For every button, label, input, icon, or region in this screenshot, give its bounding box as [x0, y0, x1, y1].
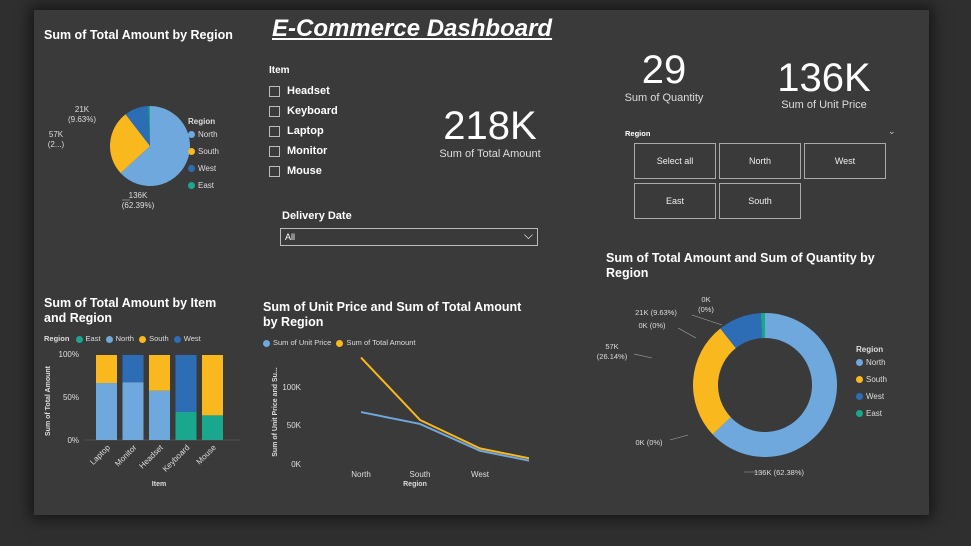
line-ylabel: Sum of Unit Price and Su... — [272, 367, 279, 457]
bar-segment-laptop-north — [96, 383, 117, 440]
item-option-keyboard[interactable]: Keyboard — [269, 101, 338, 121]
item-option-headset[interactable]: Headset — [269, 81, 338, 101]
region-donut-chart[interactable]: 0K (0%) 21K (9.63%) 0K (0%) 57K (26.14%)… — [594, 290, 844, 490]
pie-chart-title: Sum of Total Amount by Region — [44, 28, 233, 42]
region-tile-south[interactable]: South — [719, 183, 801, 219]
line-xlabel: Region — [403, 481, 427, 488]
donut-slice-south — [693, 328, 736, 435]
region-slicer-title: Region — [625, 129, 651, 138]
kpi-unit-price-label: Sum of Unit Price — [781, 99, 867, 111]
svg-text:136K (62.38%): 136K (62.38%) — [754, 468, 805, 477]
region-tile-west[interactable]: West — [804, 143, 886, 179]
bar-segment-headset-south — [149, 355, 170, 391]
bar-segment-laptop-south — [96, 355, 117, 384]
item-option-laptop[interactable]: Laptop — [269, 121, 338, 141]
line-ytick: 50K — [287, 421, 302, 430]
line-legend: Sum of Unit Price Sum of Total Amount — [263, 338, 416, 347]
pie-label-west: 21K — [75, 105, 90, 114]
svg-text:(62.39%): (62.39%) — [122, 201, 155, 210]
svg-text:(0%): (0%) — [698, 305, 714, 314]
stacked-bar-title: Sum of Total Amount by Item and Region — [44, 296, 217, 325]
item-option-monitor[interactable]: Monitor — [269, 141, 338, 161]
line-ytick: 0K — [291, 460, 301, 469]
bar-segment-keyboard-east — [175, 411, 197, 440]
svg-text:(26.14%): (26.14%) — [597, 352, 628, 361]
region-tile-east[interactable]: East — [634, 183, 716, 219]
kpi-unit-price: 136K — [777, 56, 871, 100]
stacked-xlabel: Item — [152, 481, 166, 488]
line-xtick-label: South — [410, 470, 431, 479]
delivery-date-dropdown[interactable]: All ⌵ — [280, 228, 538, 246]
bar-xtick-label: Mouse — [195, 443, 219, 467]
line-series-total-amount — [360, 356, 529, 460]
line-series-unit-price — [360, 411, 529, 462]
stacked-bar-chart[interactable]: Sum of Total Amount 100% 50% 0% Laptop Mo… — [34, 345, 259, 495]
region-tile-select-all[interactable]: Select all — [634, 143, 716, 179]
bar-segment-monitor-west — [122, 355, 144, 383]
chevron-down-icon: ⌵ — [523, 228, 533, 242]
stacked-ytick: 0% — [67, 436, 79, 445]
kpi-quantity-label: Sum of Quantity — [624, 92, 704, 104]
donut-legend: Region North South West East — [856, 345, 887, 418]
bar-segment-keyboard-west — [175, 355, 197, 412]
svg-text:(2...): (2...) — [48, 140, 65, 149]
delivery-date-label: Delivery Date — [282, 210, 352, 222]
bar-xtick-label: Laptop — [88, 443, 112, 467]
svg-text:(9.63%): (9.63%) — [68, 115, 96, 124]
bar-xtick-label: Monitor — [113, 443, 138, 468]
chevron-down-icon[interactable]: ⌄ — [888, 126, 896, 137]
line-xtick-label: North — [351, 470, 371, 479]
bar-segment-headset-north — [149, 390, 170, 440]
kpi-total-amount: 218K — [443, 104, 537, 148]
donut-title: Sum of Total Amount and Sum of Quantity … — [606, 251, 875, 280]
kpi-quantity: 29 — [641, 48, 687, 92]
svg-text:57K: 57K — [605, 342, 618, 351]
stacked-ytick: 100% — [59, 350, 79, 359]
dashboard-title: E-Commerce Dashboard — [272, 15, 553, 42]
region-pie-chart[interactable]: 21K (9.63%) 57K (2...) 136K (62.39%) — [34, 70, 264, 230]
pie-label-south: 57K — [49, 130, 64, 139]
dashboard-canvas: E-Commerce Dashboard Sum of Total Amount… — [34, 10, 929, 515]
stacked-ytick: 50% — [63, 393, 79, 402]
line-chart-title: Sum of Unit Price and Sum of Total Amoun… — [263, 300, 522, 329]
kpi-total-amount-label: Sum of Total Amount — [439, 148, 541, 160]
bar-segment-mouse-south — [202, 355, 223, 416]
bar-segment-mouse-east — [202, 415, 223, 440]
pie-legend: Region North South West East — [188, 117, 219, 190]
pie-label-north: 136K — [129, 191, 148, 200]
stacked-ylabel: Sum of Total Amount — [45, 365, 52, 436]
line-chart[interactable]: Sum of Unit Price and Su... 100K 50K 0K … — [259, 350, 529, 495]
region-tile-north[interactable]: North — [719, 143, 801, 179]
bar-xtick-label: Keyboard — [161, 443, 192, 474]
svg-text:0K (0%): 0K (0%) — [638, 321, 666, 330]
svg-text:0K: 0K — [701, 295, 710, 304]
svg-text:0K (0%): 0K (0%) — [635, 438, 663, 447]
bar-segment-monitor-north — [122, 382, 144, 440]
line-xtick-label: West — [471, 470, 490, 479]
item-option-mouse[interactable]: Mouse — [269, 161, 338, 181]
line-ytick: 100K — [282, 383, 301, 392]
stacked-legend: Region East North South West — [44, 334, 201, 343]
svg-text:21K (9.63%): 21K (9.63%) — [635, 308, 677, 317]
item-filter: Item Headset Keyboard Laptop Monitor Mou… — [269, 65, 338, 181]
